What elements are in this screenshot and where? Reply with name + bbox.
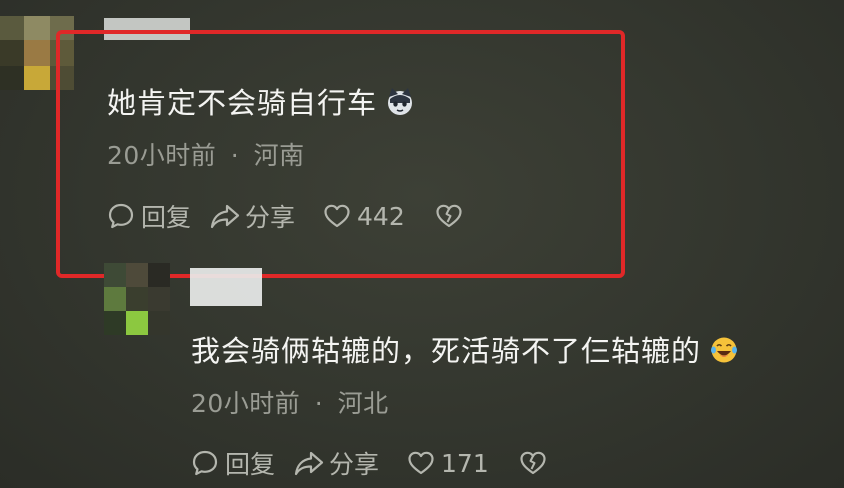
username-blurred[interactable]	[190, 268, 262, 306]
comment-location: 河北	[337, 389, 389, 418]
comment-time: 20小时前	[191, 389, 301, 418]
share-button[interactable]: 分享	[293, 445, 379, 481]
reply-label: 回复	[225, 450, 276, 479]
highlight-box	[56, 30, 625, 278]
avatar[interactable]	[104, 263, 170, 335]
like-count: 171	[441, 448, 489, 478]
comment-actions: 回复 分享 171	[191, 445, 547, 481]
dislike-button[interactable]	[519, 450, 547, 476]
share-label: 分享	[329, 450, 380, 479]
meta-separator: ·	[314, 389, 324, 418]
like-button[interactable]: 171	[407, 449, 489, 478]
comment-text: 我会骑俩轱辘的，死活骑不了仨轱辘的	[191, 328, 739, 372]
heart-icon	[407, 450, 435, 476]
share-icon	[293, 449, 325, 477]
comment-meta: 20小时前 · 河北	[191, 384, 389, 420]
reply-icon	[191, 449, 219, 477]
broken-heart-icon	[519, 450, 547, 476]
laughing-tears-icon	[709, 335, 739, 372]
reply-button[interactable]: 回复	[191, 445, 275, 481]
